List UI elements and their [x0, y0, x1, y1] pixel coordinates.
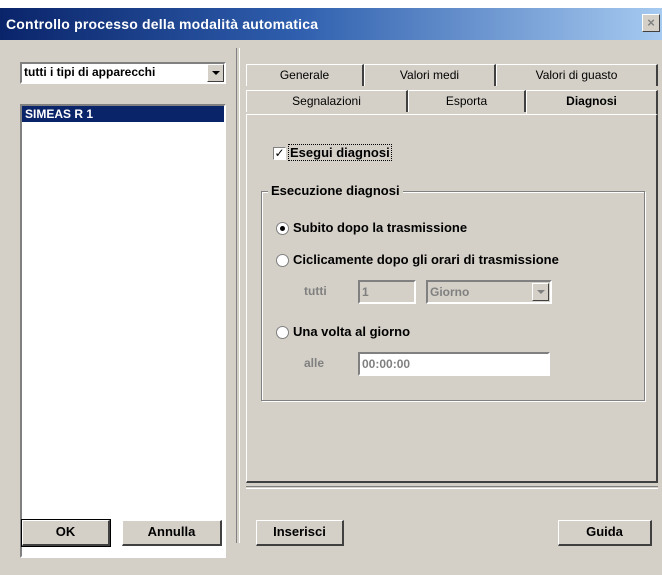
- title-bar[interactable]: Controllo processo della modalità automa…: [0, 8, 662, 40]
- cancel-button[interactable]: Annulla: [122, 520, 222, 546]
- radio-label[interactable]: Subito dopo la trasmissione: [293, 220, 467, 235]
- tab-segnalazioni[interactable]: Segnalazioni: [246, 90, 408, 112]
- interval-field[interactable]: 1: [358, 280, 416, 304]
- device-list[interactable]: SIMEAS R 1: [20, 104, 226, 558]
- group-title: Esecuzione diagnosi: [268, 183, 403, 198]
- panel-divider: [236, 48, 240, 543]
- close-button[interactable]: ×: [642, 14, 660, 32]
- close-icon: ×: [647, 15, 655, 30]
- diagnosis-execution-group: Esecuzione diagnosi Subito dopo la trasm…: [261, 183, 645, 401]
- radio-label[interactable]: Una volta al giorno: [293, 324, 410, 339]
- radio-label[interactable]: Ciclicamente dopo gli orari di trasmissi…: [293, 252, 559, 267]
- dialog-window: Controllo processo della modalità automa…: [0, 8, 662, 575]
- help-button[interactable]: Guida: [558, 520, 652, 546]
- chevron-down-icon[interactable]: [207, 64, 224, 82]
- diagnosi-panel: ✓ Esegui diagnosi Esecuzione diagnosi Su…: [246, 114, 658, 483]
- radio-daily[interactable]: [276, 326, 289, 339]
- window-title: Controllo processo della modalità automa…: [6, 16, 319, 32]
- interval-unit-value: Giorno: [430, 285, 470, 299]
- insert-button[interactable]: Inserisci: [256, 520, 344, 546]
- interval-unit-select[interactable]: Giorno: [426, 280, 552, 304]
- run-diagnosis-label[interactable]: Esegui diagnosi: [288, 144, 392, 161]
- device-type-select[interactable]: tutti i tipi di apparecchi: [20, 62, 226, 84]
- time-field[interactable]: 00:00:00: [358, 352, 550, 376]
- radio-cyclic[interactable]: [276, 254, 289, 267]
- tab-diagnosi[interactable]: Diagnosi: [526, 90, 658, 114]
- radio-after-transmission[interactable]: [276, 222, 289, 235]
- tab-valori-di-guasto[interactable]: Valori di guasto: [496, 64, 658, 86]
- tab-generale[interactable]: Generale: [246, 64, 364, 86]
- ok-button[interactable]: OK: [21, 519, 111, 547]
- run-diagnosis-checkbox[interactable]: ✓: [273, 147, 286, 160]
- list-item[interactable]: SIMEAS R 1: [22, 106, 224, 122]
- tab-valori-medi[interactable]: Valori medi: [364, 64, 496, 86]
- every-label: tutti: [304, 284, 327, 298]
- chevron-down-icon[interactable]: [532, 283, 549, 301]
- device-type-value: tutti i tipi di apparecchi: [24, 65, 156, 79]
- at-label: alle: [304, 356, 325, 370]
- panel-bottom-divider: [246, 486, 658, 489]
- device-panel: tutti i tipi di apparecchi SIMEAS R 1: [12, 48, 230, 558]
- tab-esporta[interactable]: Esporta: [408, 90, 526, 112]
